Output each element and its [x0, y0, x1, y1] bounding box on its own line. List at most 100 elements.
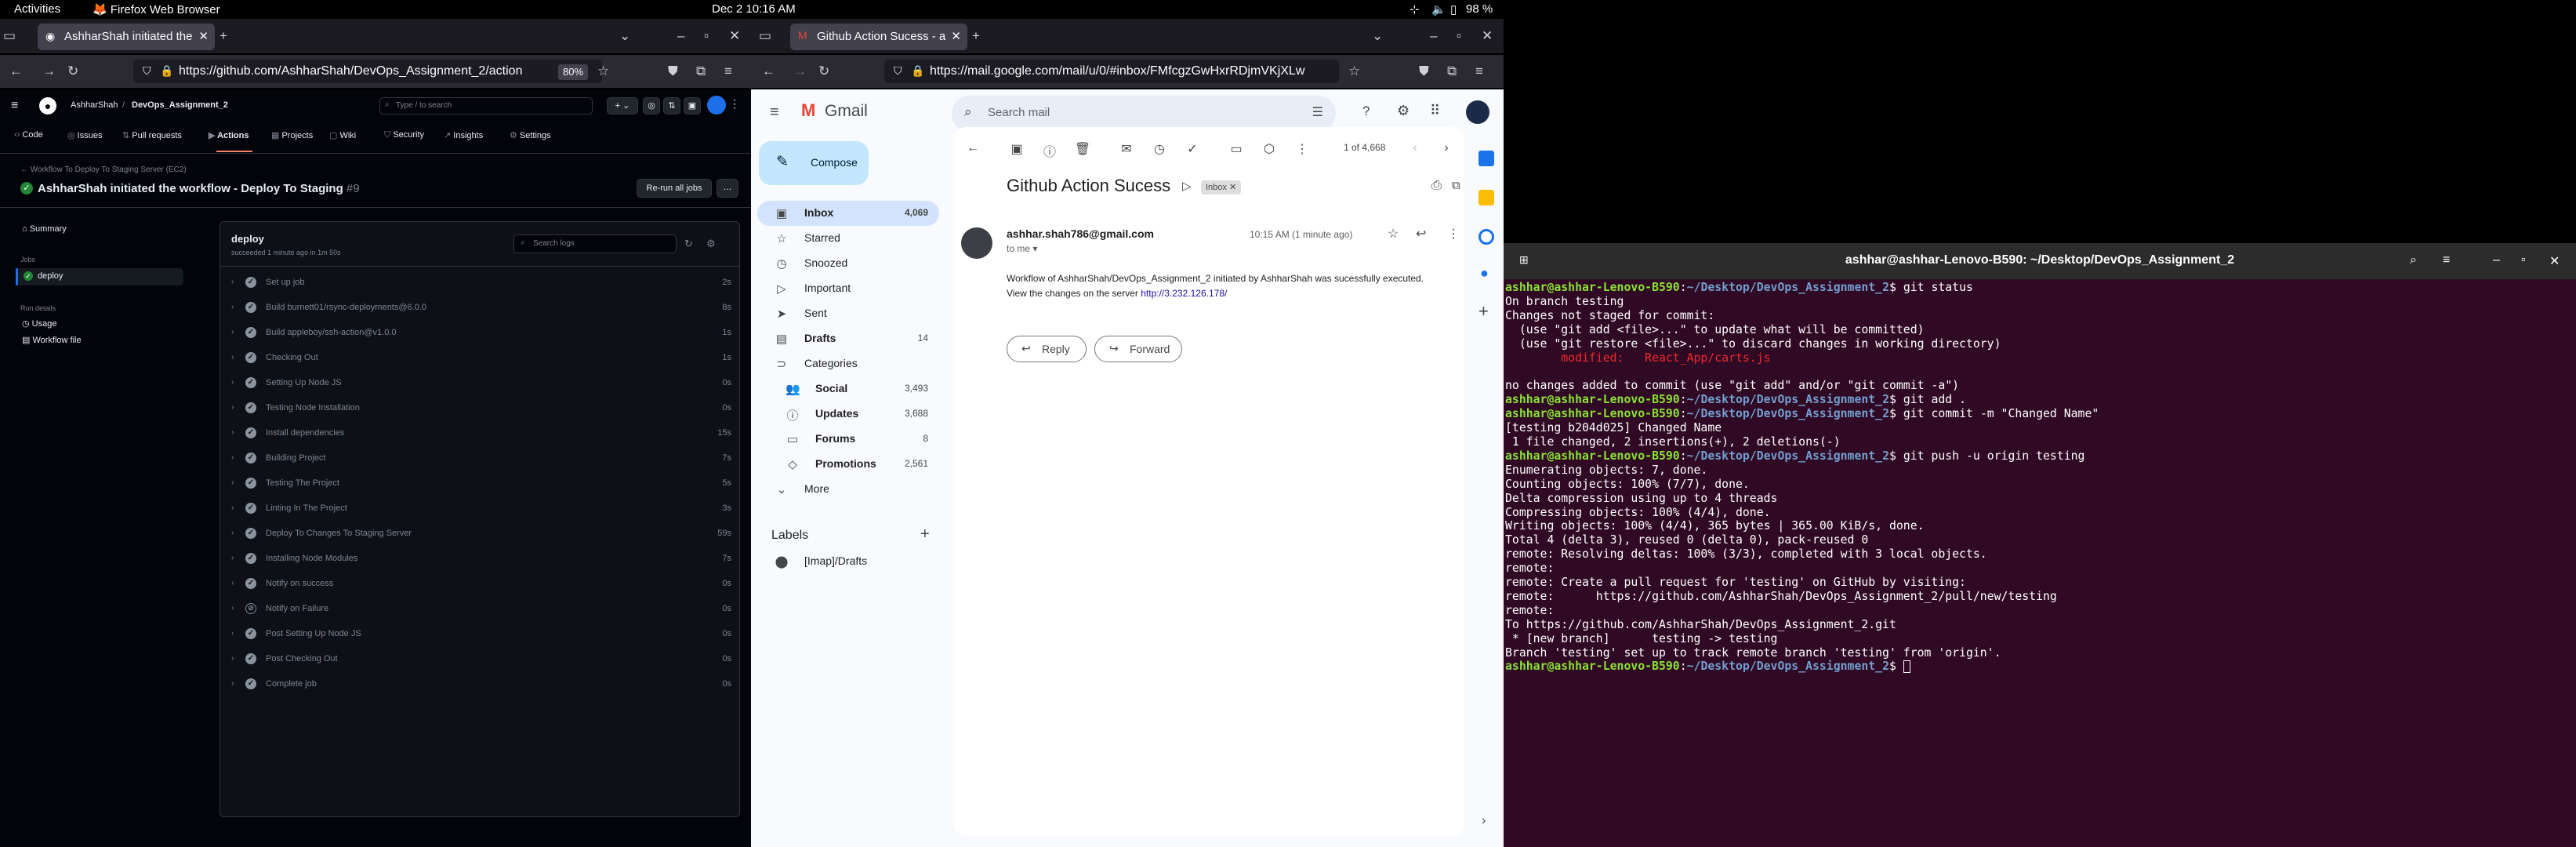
open-new-window-icon[interactable]: ⧉ [1452, 179, 1460, 192]
usage-link[interactable]: ◷ Usage [22, 318, 56, 329]
tab-pull-requests[interactable]: ⇅ Pull requests [122, 130, 182, 140]
tab-github[interactable]: ◉ AshharShah initiated the ✕ [38, 24, 215, 50]
forward-icon[interactable]: → [42, 64, 56, 79]
issues-icon[interactable]: ◎ [643, 97, 660, 115]
more-icon[interactable]: ⋮ [1447, 226, 1460, 242]
maximize-icon[interactable]: ▫ [2521, 253, 2526, 267]
step-row[interactable]: › ✓ Testing The Project 5s [220, 471, 741, 496]
report-spam-icon[interactable]: ⓘ [1041, 141, 1058, 160]
close-window-icon[interactable]: ✕ [1482, 28, 1493, 44]
firefox-app-menu[interactable]: 🦊 Firefox Web Browser [93, 2, 220, 16]
sender-avatar[interactable] [961, 227, 992, 259]
search-icon[interactable]: ⌕ [964, 104, 972, 120]
url-bar[interactable]: ⛉ 🔒 https://github.com/AshharShah/DevOps… [133, 60, 602, 83]
reload-icon[interactable]: ↻ [818, 64, 829, 79]
newer-icon[interactable]: ‹ [1406, 141, 1424, 155]
apps-grid-icon[interactable]: ⠿ [1430, 103, 1440, 119]
github-search-input[interactable]: ⌕ Type / to search [379, 97, 593, 115]
chevron-right-icon[interactable]: › [231, 579, 234, 587]
activities-button[interactable]: Activities [14, 2, 60, 16]
step-row[interactable]: › ✓ Build burnett01/rsync-deployments@6.0.… [220, 296, 741, 321]
step-row[interactable]: › ✓ Set up job 2s [220, 271, 741, 296]
step-row[interactable]: › ✓ Installing Node Modules 7s [220, 547, 741, 572]
close-tab-icon[interactable]: ✕ [951, 29, 961, 43]
step-row[interactable]: › ✓ Complete job 0s [220, 672, 741, 697]
close-window-icon[interactable]: ✕ [2549, 253, 2560, 269]
tab-settings[interactable]: ⚙ Settings [510, 130, 551, 140]
minimize-icon[interactable]: – [1430, 28, 1437, 44]
chevron-right-icon[interactable]: › [231, 503, 234, 512]
chevron-right-icon[interactable]: › [231, 328, 234, 336]
tab-list-icon[interactable]: ▭ [759, 28, 771, 44]
calendar-icon[interactable] [1478, 151, 1494, 166]
menu-icon[interactable]: ≡ [1475, 64, 1483, 79]
snooze-icon[interactable]: ◷ [1151, 141, 1168, 157]
step-row[interactable]: › ✓ Post Setting Up Node JS 0s [220, 622, 741, 647]
avatar[interactable] [707, 96, 726, 115]
extensions-icon[interactable]: ⧉ [1447, 64, 1457, 79]
pull-requests-icon[interactable]: ⇅ [663, 97, 680, 115]
refresh-icon[interactable]: ↻ [684, 238, 693, 250]
older-icon[interactable]: › [1438, 141, 1455, 155]
archive-icon[interactable]: ▣ [1008, 141, 1025, 157]
back-icon[interactable]: ← [9, 64, 23, 79]
repo-name[interactable]: DevOps_Assignment_2 [132, 100, 228, 110]
hamburger-icon[interactable]: ≡ [11, 99, 18, 113]
reload-icon[interactable]: ↻ [67, 64, 78, 79]
settings-gear-icon[interactable]: ⚙ [706, 238, 716, 250]
chevron-right-icon[interactable]: › [231, 353, 234, 362]
labels-icon[interactable]: ⬡ [1261, 141, 1278, 157]
search-icon[interactable]: ⌕ [2410, 253, 2417, 267]
more-icon[interactable]: ⋮ [729, 97, 740, 111]
network-icon[interactable]: ⊹ [1410, 2, 1420, 16]
zoom-level[interactable]: 80% [558, 64, 589, 80]
shield-icon[interactable]: ⛉ [143, 64, 151, 78]
back-icon[interactable]: ← [762, 64, 775, 79]
reply-icon[interactable]: ↩ [1416, 226, 1426, 242]
chevron-right-icon[interactable]: › [231, 453, 234, 462]
inbox-chip[interactable]: Inbox ✕ [1201, 180, 1242, 194]
search-options-icon[interactable]: ☰ [1312, 104, 1323, 120]
reply-button[interactable]: ↩ Reply [1007, 336, 1087, 362]
chevron-right-icon[interactable]: › [231, 303, 234, 311]
terminal-output[interactable]: ashhar@ashhar-Lenovo-B590:~/Desktop/DevO… [1505, 281, 2574, 674]
minimize-icon[interactable]: – [677, 28, 684, 44]
nav-item-forums[interactable]: ▭ Forums 8 [757, 427, 939, 452]
step-row[interactable]: › ⊘ Notify on Failure 0s [220, 597, 741, 622]
avatar[interactable] [1466, 100, 1489, 124]
chevron-right-icon[interactable]: › [231, 378, 234, 387]
help-icon[interactable]: ? [1362, 104, 1370, 119]
delete-icon[interactable]: 🗑 [1074, 141, 1091, 157]
search-logs-input[interactable]: ⌕ Search logs [513, 234, 677, 253]
menu-icon[interactable]: ≡ [2443, 253, 2450, 267]
chevron-right-icon[interactable]: › [231, 604, 234, 613]
step-row[interactable]: › ✓ Install dependencies 15s [220, 421, 741, 446]
workflow-file-link[interactable]: ▤ Workflow file [22, 335, 82, 345]
sender-email[interactable]: ashhar.shah786@gmail.com [1007, 227, 1154, 240]
step-row[interactable]: › ✓ Post Checking Out 0s [220, 647, 741, 672]
lock-icon[interactable]: 🔒 [911, 64, 924, 78]
back-arrow-icon[interactable]: ← [964, 141, 981, 155]
pocket-icon[interactable]: ⛊ [1419, 64, 1429, 79]
main-menu-icon[interactable]: ≡ [770, 104, 779, 122]
chevron-right-icon[interactable]: › [231, 478, 234, 487]
tab-projects[interactable]: ▦ Projects [271, 130, 313, 140]
get-addons-icon[interactable]: + [1478, 301, 1489, 322]
keep-icon[interactable] [1478, 190, 1494, 205]
move-to-icon[interactable]: ▭ [1228, 141, 1245, 157]
chevron-right-icon[interactable]: › [231, 654, 234, 663]
mark-unread-icon[interactable]: ✉ [1118, 141, 1135, 157]
menu-icon[interactable]: ≡ [724, 64, 732, 79]
tab-issues[interactable]: ◎ Issues [67, 130, 102, 140]
nav-item-snoozed[interactable]: ◷ Snoozed [757, 251, 939, 276]
nav-item-more[interactable]: ⌄ More [757, 477, 939, 502]
new-tab-icon[interactable]: + [220, 28, 227, 44]
tab-wiki[interactable]: ▢ Wiki [329, 130, 356, 140]
chevron-right-icon[interactable]: › [231, 629, 234, 638]
summary-link[interactable]: ⌂ Summary [22, 224, 67, 234]
nav-item-important[interactable]: ▷ Important [757, 276, 939, 301]
step-row[interactable]: › ✓ Testing Node Installation 0s [220, 396, 741, 421]
github-logo-icon[interactable]: ● [39, 97, 56, 115]
chevron-right-icon[interactable]: › [231, 278, 234, 286]
tab-security[interactable]: ⛉ Security [384, 130, 424, 140]
